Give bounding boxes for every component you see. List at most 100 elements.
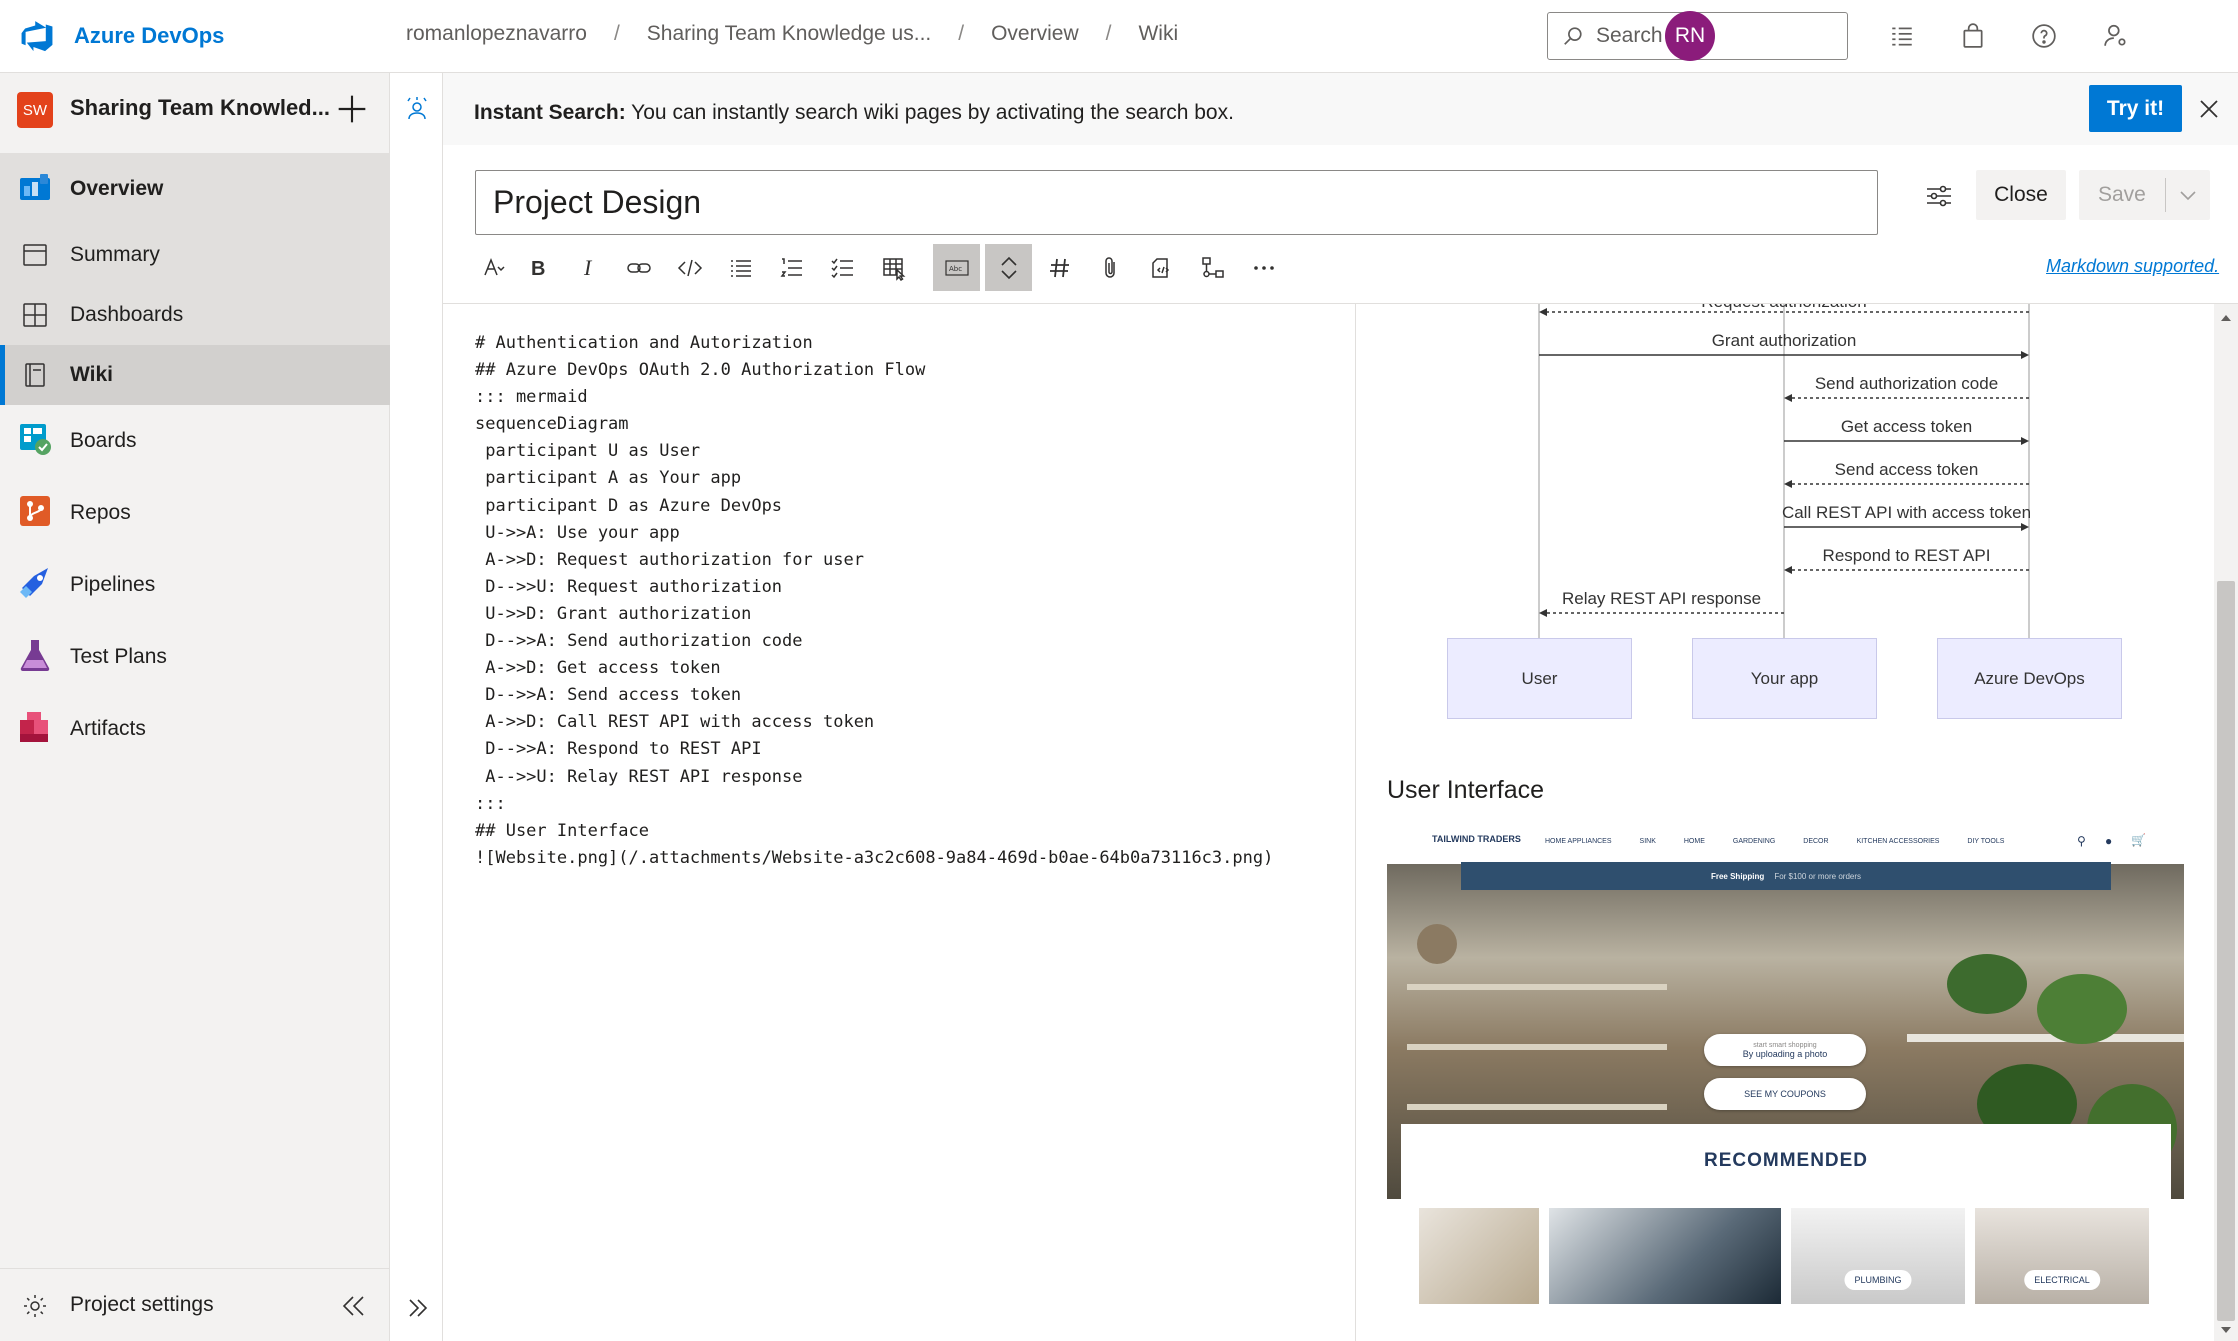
collapse-sidebar-icon[interactable]: [336, 1289, 370, 1323]
numbered-list-button[interactable]: [768, 244, 815, 291]
breadcrumb-project[interactable]: Sharing Team Knowledge us...: [647, 22, 931, 46]
project-settings[interactable]: Project settings: [0, 1268, 390, 1341]
diagram-icon: [1201, 256, 1224, 278]
insert-snippet-button[interactable]: [1138, 244, 1185, 291]
sidebar-item-summary[interactable]: Summary: [0, 225, 390, 285]
sidebar-nav: Overview Summary Dashboards Wiki Boards …: [0, 153, 390, 765]
svg-text:I: I: [583, 255, 593, 280]
project-header[interactable]: SW Sharing Team Knowled...: [0, 73, 390, 145]
help-icon[interactable]: [2028, 20, 2060, 52]
wiki-tree-rail: [390, 73, 443, 1341]
heading-anchor-button[interactable]: [1036, 244, 1083, 291]
sidebar-item-boards[interactable]: Boards: [0, 405, 390, 477]
clipboard-code-icon: [1151, 257, 1169, 278]
sidebar-item-pipelines[interactable]: Pipelines: [0, 549, 390, 621]
markdown-supported-link[interactable]: Markdown supported.: [2046, 256, 2219, 277]
site-tile: [1549, 1208, 1781, 1304]
link-button[interactable]: [615, 244, 662, 291]
sequence-message: Grant authorization: [1711, 331, 1857, 350]
scroll-down-icon[interactable]: [2220, 1324, 2232, 1336]
sidebar-item-label: Repos: [70, 501, 131, 524]
sync-scroll-toggle-button[interactable]: [985, 244, 1032, 291]
save-divider: [2165, 178, 2166, 212]
add-icon[interactable]: [336, 93, 368, 125]
site-search-icon: ⚲: [2077, 834, 2086, 848]
breadcrumb-wiki[interactable]: Wiki: [1138, 22, 1178, 46]
page-title-input[interactable]: Project Design: [475, 170, 1878, 235]
avatar[interactable]: RN: [1665, 11, 1715, 61]
svg-text:B: B: [531, 258, 545, 280]
save-button[interactable]: Save: [2079, 170, 2210, 220]
sidebar-item-artifacts[interactable]: Artifacts: [0, 693, 390, 765]
sidebar-item-label: Summary: [70, 243, 160, 266]
sidebar-item-label: Test Plans: [70, 645, 167, 668]
attach-button[interactable]: [1087, 244, 1134, 291]
tour-person-icon[interactable]: [404, 95, 430, 121]
site-recommended-title: RECOMMENDED: [1703, 1150, 1869, 1171]
sequence-message: Call REST API with access token: [1781, 503, 2032, 522]
site-nav-link: KITCHEN ACCESSORIES: [1856, 838, 1940, 845]
bulleted-list-button[interactable]: [717, 244, 764, 291]
marketplace-bag-icon[interactable]: [1957, 20, 1989, 52]
expand-tree-icon[interactable]: [402, 1293, 432, 1323]
markdown-source[interactable]: # Authentication and Autorization ## Azu…: [475, 330, 1273, 872]
boards-icon: [20, 424, 51, 455]
preview-scrollbar[interactable]: [2214, 304, 2238, 1341]
scroll-up-icon[interactable]: [2220, 312, 2232, 324]
breadcrumb-org[interactable]: romanlopeznavarro: [406, 22, 587, 46]
actor-box: Your app: [1692, 638, 1877, 719]
sidebar-item-label: Boards: [70, 429, 137, 452]
actor-box: Azure DevOps: [1937, 638, 2122, 719]
checklist-button[interactable]: [819, 244, 866, 291]
site-nav-link: SINK: [1639, 838, 1656, 845]
actor-box: User: [1447, 638, 1632, 719]
website-image: TAILWIND TRADERS HOME APPLIANCES SINK HO…: [1387, 824, 2184, 1341]
try-it-button[interactable]: Try it!: [2089, 85, 2182, 132]
work-items-icon[interactable]: [1886, 20, 1918, 52]
close-button[interactable]: Close: [1976, 170, 2066, 220]
wiki-icon: [25, 363, 45, 387]
breadcrumb-overview[interactable]: Overview: [991, 22, 1079, 46]
italic-button[interactable]: I: [564, 244, 611, 291]
code-button[interactable]: [666, 244, 713, 291]
banner-text: Instant Search: You can instantly search…: [474, 101, 1234, 125]
sidebar-item-test-plans[interactable]: Test Plans: [0, 621, 390, 693]
project-name[interactable]: Sharing Team Knowled...: [70, 95, 330, 121]
user-settings-icon[interactable]: [2100, 20, 2132, 52]
svg-text:Abc: Abc: [949, 265, 962, 273]
brand-name: Azure DevOps: [74, 23, 225, 48]
scrollbar-thumb[interactable]: [2217, 581, 2235, 1321]
brand[interactable]: Azure DevOps: [18, 14, 224, 58]
gear-icon: [24, 1295, 46, 1317]
sequence-message: Send access token: [1834, 460, 1979, 479]
mermaid-diagram-button[interactable]: [1189, 244, 1236, 291]
site-nav-link: DIY TOOLS: [1967, 838, 2005, 845]
sidebar-item-wiki[interactable]: Wiki: [0, 345, 390, 405]
close-icon[interactable]: [2195, 95, 2223, 123]
table-button[interactable]: [870, 244, 917, 291]
left-sidebar: SW Sharing Team Knowled... Overview Summ…: [0, 73, 390, 1341]
site-nav: TAILWIND TRADERS HOME APPLIANCES SINK HO…: [1387, 824, 2184, 860]
more-icon: [1253, 265, 1274, 270]
more-options-button[interactable]: [1240, 244, 1287, 291]
pipelines-icon: [20, 568, 48, 598]
header-format-button[interactable]: [470, 244, 517, 291]
breadcrumb-separator: /: [613, 22, 620, 45]
sidebar-item-repos[interactable]: Repos: [0, 477, 390, 549]
site-nav-link: DECOR: [1803, 838, 1829, 845]
search-placeholder: Search: [1596, 24, 1663, 47]
sidebar-item-dashboards[interactable]: Dashboards: [0, 285, 390, 345]
page-settings-icon[interactable]: [1923, 180, 1955, 212]
overview-icon: [20, 174, 50, 200]
monospace-toggle-button[interactable]: Abc: [933, 244, 980, 291]
checklist-icon: [830, 258, 853, 278]
italic-icon: I: [583, 255, 593, 280]
bold-button[interactable]: B: [513, 244, 560, 291]
sidebar-item-overview[interactable]: Overview: [0, 153, 390, 225]
markdown-editor[interactable]: # Authentication and Autorization ## Azu…: [443, 304, 1356, 1341]
chevron-down-icon[interactable]: [2177, 184, 2199, 206]
site-tile: PLUMBING: [1791, 1208, 1965, 1304]
sequence-message: Send authorization code: [1814, 374, 1999, 393]
abc-monospace-icon: Abc: [944, 259, 969, 276]
sidebar-item-label: Pipelines: [70, 573, 156, 596]
